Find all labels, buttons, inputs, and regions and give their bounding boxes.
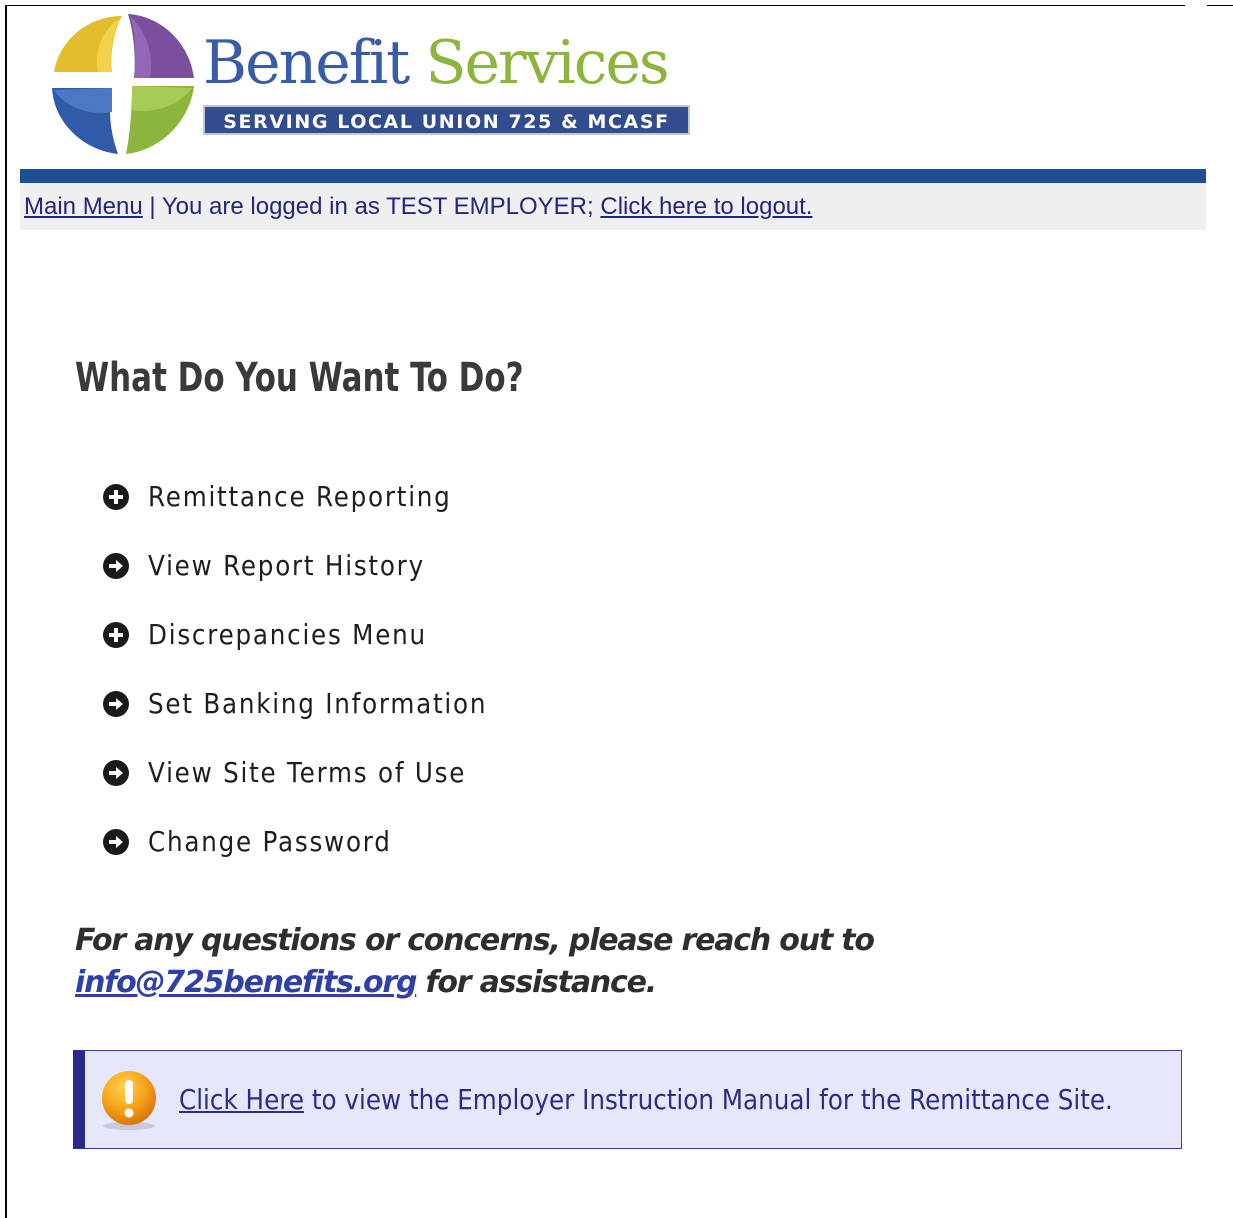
menu-item-label: Remittance Reporting bbox=[148, 480, 452, 513]
contact-email-link[interactable]: info@725benefits.org bbox=[75, 965, 417, 1000]
plus-circle-icon bbox=[103, 483, 129, 510]
logo-title: Benefit Services bbox=[203, 28, 670, 98]
arrow-right-circle-icon bbox=[103, 759, 129, 786]
nav-strip: Main Menu | You are logged in as TEST EM… bbox=[20, 183, 1206, 230]
arrow-right-circle-icon bbox=[103, 690, 129, 717]
exclamation-warning-icon bbox=[102, 1070, 156, 1130]
menu-item-set-banking-information[interactable]: Set Banking Information bbox=[102, 669, 534, 738]
arrow-right-circle-icon bbox=[103, 828, 129, 855]
logo-title-word1: Benefit bbox=[203, 28, 410, 98]
instruction-manual-link[interactable]: Click Here bbox=[179, 1083, 304, 1116]
contact-suffix: for assistance. bbox=[425, 965, 658, 1000]
notice-text: Click Here to view the Employer Instruct… bbox=[179, 1083, 1113, 1116]
contact-message: For any questions or concerns, please re… bbox=[75, 920, 1155, 1004]
pinwheel-logo-icon bbox=[52, 14, 194, 154]
arrow-right-circle-icon bbox=[103, 552, 129, 579]
menu-item-discrepancies-menu[interactable]: Discrepancies Menu bbox=[102, 600, 534, 669]
frame-border-top bbox=[5, 5, 1185, 6]
menu-item-view-report-history[interactable]: View Report History bbox=[102, 531, 534, 600]
benefit-services-logo: Benefit Services SERVING LOCAL UNION 725… bbox=[50, 10, 700, 156]
logout-link[interactable]: Click here to logout. bbox=[600, 193, 812, 220]
instruction-manual-notice: Click Here to view the Employer Instruct… bbox=[73, 1050, 1182, 1149]
menu-item-label: Change Password bbox=[148, 825, 392, 858]
menu-item-label: Discrepancies Menu bbox=[148, 618, 427, 651]
menu-item-change-password[interactable]: Change Password bbox=[102, 807, 534, 876]
menu-item-label: View Report History bbox=[148, 549, 425, 582]
page-title: What Do You Want To Do? bbox=[75, 355, 524, 401]
menu-item-remittance-reporting[interactable]: Remittance Reporting bbox=[102, 462, 534, 531]
logged-in-status: You are logged in as TEST EMPLOYER; bbox=[161, 193, 594, 220]
contact-prefix: For any questions or concerns, please re… bbox=[75, 923, 875, 958]
nav-separator: | bbox=[149, 193, 156, 220]
logo-title-word2: Services bbox=[425, 28, 669, 98]
menu-item-label: Set Banking Information bbox=[148, 687, 488, 720]
frame-border-left bbox=[5, 5, 7, 1218]
notice-description: to view the Employer Instruction Manual … bbox=[311, 1083, 1113, 1116]
frame-border-top-right bbox=[1207, 5, 1233, 6]
plus-circle-icon bbox=[103, 621, 129, 648]
menu-item-view-site-terms[interactable]: View Site Terms of Use bbox=[102, 738, 534, 807]
logo-tagline: SERVING LOCAL UNION 725 & MCASF bbox=[203, 105, 690, 135]
action-menu: Remittance Reporting View Report History… bbox=[102, 462, 534, 876]
main-menu-link[interactable]: Main Menu bbox=[24, 193, 143, 220]
menu-item-label: View Site Terms of Use bbox=[148, 756, 467, 789]
header-divider-bar bbox=[20, 169, 1206, 183]
